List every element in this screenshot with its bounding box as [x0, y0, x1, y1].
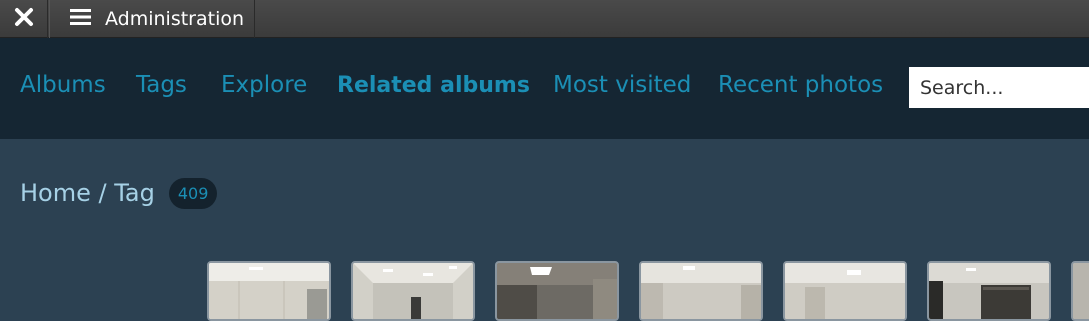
breadcrumb: Home / Tag 409 [20, 176, 218, 209]
breadcrumb-path: Home / Tag [20, 178, 155, 207]
close-icon [14, 7, 34, 31]
close-button[interactable] [0, 0, 48, 38]
nav-item-albums[interactable]: Albums [20, 72, 106, 98]
nav-item-most-visited[interactable]: Most visited [553, 72, 691, 98]
nav-item-recent-photos[interactable]: Recent photos [718, 72, 883, 98]
photo-thumbnail[interactable] [783, 261, 907, 321]
nav-item-tags[interactable]: Tags [136, 72, 187, 98]
photo-thumbnail[interactable] [927, 261, 1051, 321]
photo-thumbnail[interactable] [1071, 261, 1089, 321]
count-badge: 409 [168, 178, 218, 209]
photo-thumbnail[interactable] [207, 261, 331, 321]
photo-thumbnail[interactable] [351, 261, 475, 321]
hamburger-menu-icon [70, 9, 91, 29]
search-input[interactable] [909, 67, 1089, 108]
nav-item-related-albums[interactable]: Related albums [337, 73, 530, 98]
photo-thumbnail[interactable] [639, 261, 763, 321]
nav-item-explore[interactable]: Explore [221, 72, 307, 98]
admin-toolbar: Administration [0, 0, 1089, 38]
main-navigation: Albums Tags Explore Related albums Most … [0, 38, 1089, 139]
administration-menu-button[interactable]: Administration [49, 0, 255, 38]
photo-thumbnail[interactable] [495, 261, 619, 321]
administration-label: Administration [105, 8, 245, 30]
